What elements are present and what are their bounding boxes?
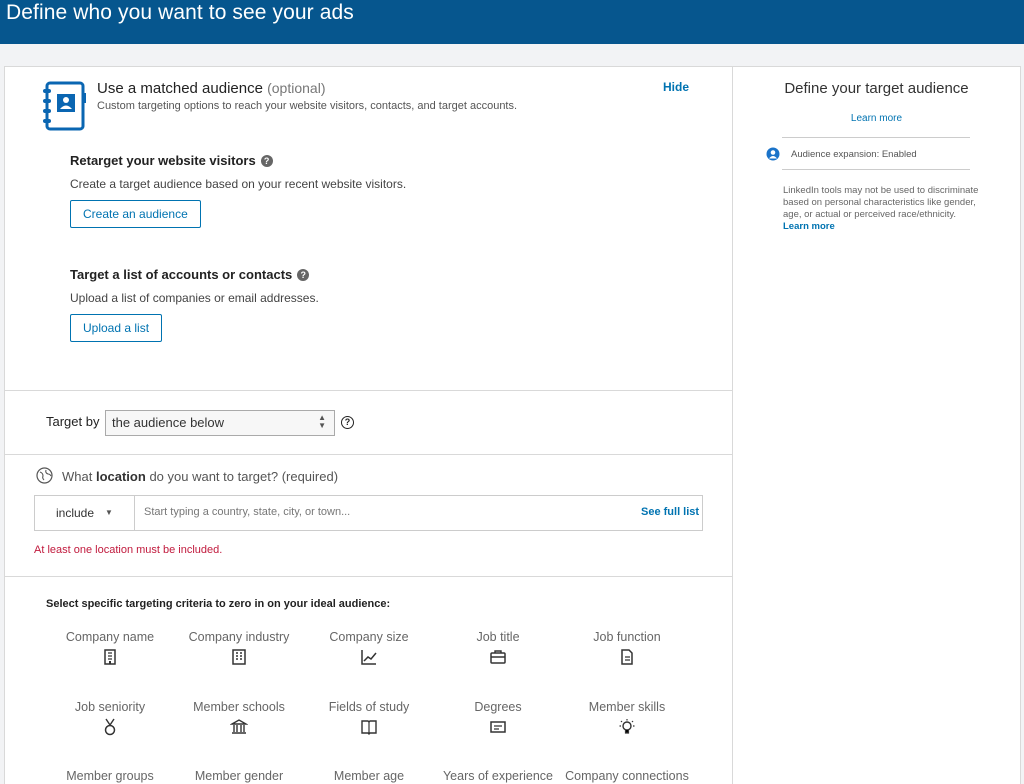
location-question: What location do you want to target? (re… [62,469,338,484]
criteria-member-skills[interactable]: Member skills [562,700,692,736]
retarget-heading-text: Retarget your website visitors [70,153,256,168]
location-input[interactable]: Start typing a country, state, city, or … [134,495,703,531]
list-description: Upload a list of companies or email addr… [70,291,319,305]
location-error: At least one location must be included. [34,544,223,556]
contact-book-icon [43,81,86,131]
criteria-job-title[interactable]: Job title [433,630,563,666]
matched-audience-subtitle: Custom targeting options to reach your w… [97,100,518,112]
criteria-label: Member age [333,769,405,783]
criteria-member-age[interactable]: Member age [304,769,434,783]
optional-label: (optional) [267,80,326,96]
criteria-job-seniority[interactable]: Job seniority [45,700,175,736]
criteria-company-industry[interactable]: Company industry [174,630,304,666]
criteria-label: Company connections [565,769,689,783]
sidebar-title: Define your target audience [784,80,969,97]
criteria-member-schools[interactable]: Member schools [174,700,304,736]
criteria-label: Member skills [588,700,666,714]
criteria-label: Degrees [474,700,522,714]
criteria-label: Member groups [66,769,154,783]
target-by-label: Target by [46,414,100,429]
criteria-fields-of-study[interactable]: Fields of study [304,700,434,736]
matched-audience-title: Use a matched audience (optional) [97,80,325,97]
help-icon[interactable]: ? [260,154,273,167]
book-icon [361,720,377,735]
criteria-company-connections[interactable]: Company connections [562,769,692,783]
sidebar-divider [782,169,970,170]
building-icon [104,649,116,665]
sidebar-note: LinkedIn tools may not be used to discri… [783,185,983,233]
audience-expansion-status: Audience expansion: Enabled [791,149,917,160]
list-heading-text: Target a list of accounts or contacts [70,267,293,282]
document-icon [621,649,633,665]
include-value: include [56,506,95,520]
criteria-company-name[interactable]: Company name [45,630,175,666]
location-placeholder: Start typing a country, state, city, or … [144,506,351,518]
create-audience-button[interactable]: Create an audience [70,200,201,228]
degree-icon [490,721,506,733]
criteria-years-of-experience[interactable]: Years of experience [433,769,563,783]
location-question-prefix: What [62,469,93,484]
page-header: Define who you want to see your ads [0,0,1024,44]
help-icon[interactable]: ? [297,268,310,281]
list-heading: Target a list of accounts or contacts ? [70,267,310,282]
criteria-label: Member gender [194,769,284,783]
section-divider [5,576,732,577]
school-icon [230,719,248,734]
criteria-job-function[interactable]: Job function [562,630,692,666]
matched-audience-title-text: Use a matched audience [97,80,263,97]
hide-link[interactable]: Hide [663,80,689,94]
criteria-degrees[interactable]: Degrees [433,700,563,736]
briefcase-icon [490,650,506,664]
criteria-company-size[interactable]: Company size [304,630,434,666]
retarget-description: Create a target audience based on your r… [70,177,407,191]
criteria-label: Years of experience [442,769,554,783]
see-full-list-link[interactable]: See full list [641,506,699,518]
criteria-label: Job seniority [74,700,146,714]
retarget-heading: Retarget your website visitors ? [70,153,273,168]
page-title: Define who you want to see your ads [6,1,354,24]
target-by-help-icon[interactable]: ? [341,416,354,429]
section-divider [5,390,732,391]
location-question-bold: location [95,469,146,484]
sidebar-note-learn-more-link[interactable]: Learn more [783,221,835,232]
criteria-label: Company name [65,630,155,644]
criteria-member-groups[interactable]: Member groups [45,769,175,783]
globe-icon [36,467,53,484]
chart-icon [361,650,377,665]
section-divider [5,454,732,455]
include-dropdown[interactable]: include ▼ [34,495,135,531]
caret-down-icon: ▼ [105,508,113,517]
criteria-member-gender[interactable]: Member gender [174,769,304,783]
criteria-label: Company size [329,630,409,644]
sidebar-learn-more-link[interactable]: Learn more [733,113,1020,124]
main-panel: Use a matched audience (optional) Custom… [4,66,733,784]
medal-icon [104,718,116,736]
criteria-label: Company industry [188,630,290,644]
sidebar: Define your target audience Learn more A… [732,66,1021,784]
target-by-select[interactable]: the audience below ▲ ▼ [105,410,335,436]
sidebar-note-text: LinkedIn tools may not be used to discri… [783,185,979,220]
select-arrows-icon: ▲ ▼ [318,413,326,430]
location-question-suffix: do you want to target? (required) [149,469,339,484]
criteria-label: Job function [593,630,661,644]
criteria-title: Select specific targeting criteria to ze… [46,598,391,610]
target-by-value: the audience below [112,415,225,430]
industry-icon [232,649,246,665]
criteria-label: Fields of study [328,700,410,714]
person-icon [766,147,780,161]
sidebar-divider [782,137,970,138]
lightbulb-icon [619,719,635,734]
criteria-label: Job title [476,630,520,644]
upload-list-button[interactable]: Upload a list [70,314,163,342]
criteria-label: Member schools [193,700,285,714]
